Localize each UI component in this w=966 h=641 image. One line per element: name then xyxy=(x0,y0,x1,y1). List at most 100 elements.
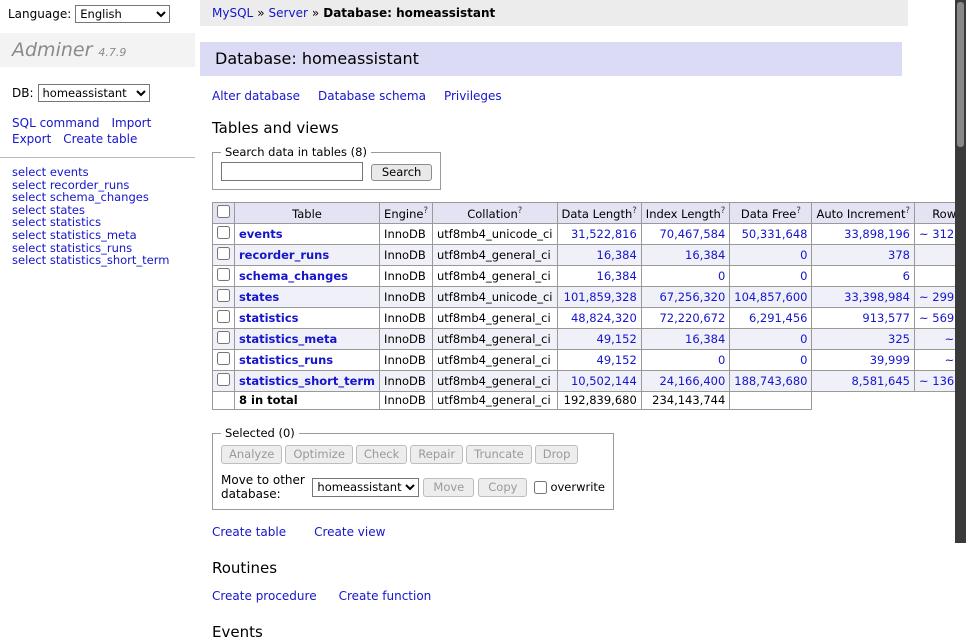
selected-action-button[interactable]: Check xyxy=(356,445,407,464)
create-link[interactable]: Create table xyxy=(212,525,286,539)
index-length-cell: 16,384 xyxy=(641,245,730,266)
language-label: Language: xyxy=(8,7,71,21)
row-checkbox-cell xyxy=(213,329,235,350)
table-row: statistics_meta InnoDB utf8mb4_general_c… xyxy=(213,329,966,350)
row-checkbox[interactable] xyxy=(217,373,230,386)
overwrite-option: overwrite xyxy=(534,480,605,494)
row-checkbox[interactable] xyxy=(217,310,230,323)
row-checkbox[interactable] xyxy=(217,247,230,260)
database-action-link[interactable]: Database schema xyxy=(318,89,426,103)
data-free-cell: 0 xyxy=(730,350,812,371)
index-length-cell: 72,220,672 xyxy=(641,308,730,329)
scrollbar-thumb[interactable] xyxy=(957,2,964,147)
column-help-link[interactable]: ? xyxy=(721,206,726,216)
breadcrumb-link-mysql[interactable]: MySQL xyxy=(212,6,253,20)
data-length-cell: 48,824,320 xyxy=(557,308,641,329)
table-name-link[interactable]: schema_changes xyxy=(239,269,348,283)
overwrite-label: overwrite xyxy=(550,480,605,494)
breadcrumb-link-server[interactable]: Server xyxy=(269,6,308,20)
table-name-link[interactable]: statistics xyxy=(239,311,299,325)
engine-cell: InnoDB xyxy=(380,245,433,266)
page-title: Database: homeassistant xyxy=(200,42,902,76)
routine-create-link[interactable]: Create function xyxy=(339,589,432,603)
select-all-header-cell xyxy=(213,203,235,224)
table-name-link[interactable]: statistics_meta xyxy=(239,332,337,346)
copy-button[interactable]: Copy xyxy=(478,478,527,497)
row-checkbox[interactable] xyxy=(217,352,230,365)
sidebar-link-sql-command[interactable]: SQL command xyxy=(12,116,99,130)
selected-action-button[interactable]: Repair xyxy=(410,445,463,464)
index-length-cell: 0 xyxy=(641,350,730,371)
move-db-select[interactable]: homeassistant xyxy=(312,478,419,497)
sidebar-table-select-link[interactable]: select schema_changes xyxy=(12,191,183,204)
table-row: states InnoDB utf8mb4_unicode_ci 101,859… xyxy=(213,287,966,308)
row-checkbox-cell xyxy=(213,266,235,287)
sidebar-table-select-link[interactable]: select statistics_meta xyxy=(12,229,183,242)
column-help-link[interactable]: ? xyxy=(632,206,637,216)
table-row: events InnoDB utf8mb4_unicode_ci 31,522,… xyxy=(213,224,966,245)
table-row: statistics_runs InnoDB utf8mb4_general_c… xyxy=(213,350,966,371)
db-selector-row: DB:homeassistant xyxy=(12,84,188,102)
table-name-link[interactable]: statistics_runs xyxy=(239,353,333,367)
language-select[interactable]: English xyxy=(75,5,170,23)
row-checkbox[interactable] xyxy=(217,289,230,302)
breadcrumb-separator: » xyxy=(257,6,264,20)
vertical-scrollbar[interactable] xyxy=(955,0,966,543)
column-help-link[interactable]: ? xyxy=(905,206,910,216)
table-name-cell: statistics_meta xyxy=(235,329,380,350)
search-input[interactable] xyxy=(221,162,363,181)
row-checkbox[interactable] xyxy=(217,331,230,344)
selected-action-button[interactable]: Optimize xyxy=(285,445,353,464)
routines-heading: Routines xyxy=(212,559,956,577)
row-checkbox-cell xyxy=(213,224,235,245)
table-name-link[interactable]: statistics_short_term xyxy=(239,374,375,388)
data-free-cell: 0 xyxy=(730,245,812,266)
db-select[interactable]: homeassistant xyxy=(38,84,150,102)
row-checkbox-cell xyxy=(213,245,235,266)
select-all-checkbox[interactable] xyxy=(217,205,230,218)
table-row: recorder_runs InnoDB utf8mb4_general_ci … xyxy=(213,245,966,266)
database-action-link[interactable]: Alter database xyxy=(212,89,300,103)
routines-links: Create procedure Create function xyxy=(212,589,956,603)
move-button[interactable]: Move xyxy=(423,478,474,497)
tables-heading: Tables and views xyxy=(212,119,956,137)
sidebar-table-select-link[interactable]: select statistics_short_term xyxy=(12,254,183,267)
table-name-cell: schema_changes xyxy=(235,266,380,287)
column-header: Auto Increment? xyxy=(812,203,915,224)
data-free-cell: 50,331,648 xyxy=(730,224,812,245)
index-length-cell: 70,467,584 xyxy=(641,224,730,245)
engine-cell: InnoDB xyxy=(380,287,433,308)
sidebar-link-import[interactable]: Import xyxy=(111,116,151,130)
table-name-link[interactable]: recorder_runs xyxy=(239,248,329,262)
row-checkbox-cell xyxy=(213,287,235,308)
routine-create-link[interactable]: Create procedure xyxy=(212,589,317,603)
sidebar-link-create-table[interactable]: Create table xyxy=(63,132,137,146)
table-name-link[interactable]: states xyxy=(239,290,279,304)
overwrite-checkbox[interactable] xyxy=(534,481,547,494)
search-button[interactable]: Search xyxy=(371,164,433,181)
database-action-link[interactable]: Privileges xyxy=(444,89,502,103)
data-free-cell: 104,857,600 xyxy=(730,287,812,308)
row-checkbox[interactable] xyxy=(217,268,230,281)
table-name-cell: recorder_runs xyxy=(235,245,380,266)
column-help-link[interactable]: ? xyxy=(423,206,428,216)
column-help-link[interactable]: ? xyxy=(796,206,801,216)
create-link[interactable]: Create view xyxy=(314,525,385,539)
row-checkbox[interactable] xyxy=(217,226,230,239)
selected-fieldset: Selected (0) AnalyzeOptimizeCheckRepairT… xyxy=(212,426,614,510)
selected-action-button[interactable]: Truncate xyxy=(466,445,532,464)
app-name[interactable]: Adminer xyxy=(12,39,92,61)
data-free-cell: 0 xyxy=(730,266,812,287)
column-help-link[interactable]: ? xyxy=(518,206,523,216)
index-length-cell: 24,166,400 xyxy=(641,371,730,392)
app-version[interactable]: 4.7.9 xyxy=(98,46,126,59)
selected-action-button[interactable]: Drop xyxy=(535,445,579,464)
auto-increment-cell: 39,999 xyxy=(812,350,915,371)
data-free-cell: 0 xyxy=(730,329,812,350)
sidebar-link-export[interactable]: Export xyxy=(12,132,51,146)
sidebar-table-select-link[interactable]: select events xyxy=(12,166,183,179)
table-name-link[interactable]: events xyxy=(239,227,283,241)
selected-action-button[interactable]: Analyze xyxy=(221,445,282,464)
collation-cell: utf8mb4_general_ci xyxy=(432,350,557,371)
database-action-links: Alter database Database schema Privileges xyxy=(212,89,956,103)
